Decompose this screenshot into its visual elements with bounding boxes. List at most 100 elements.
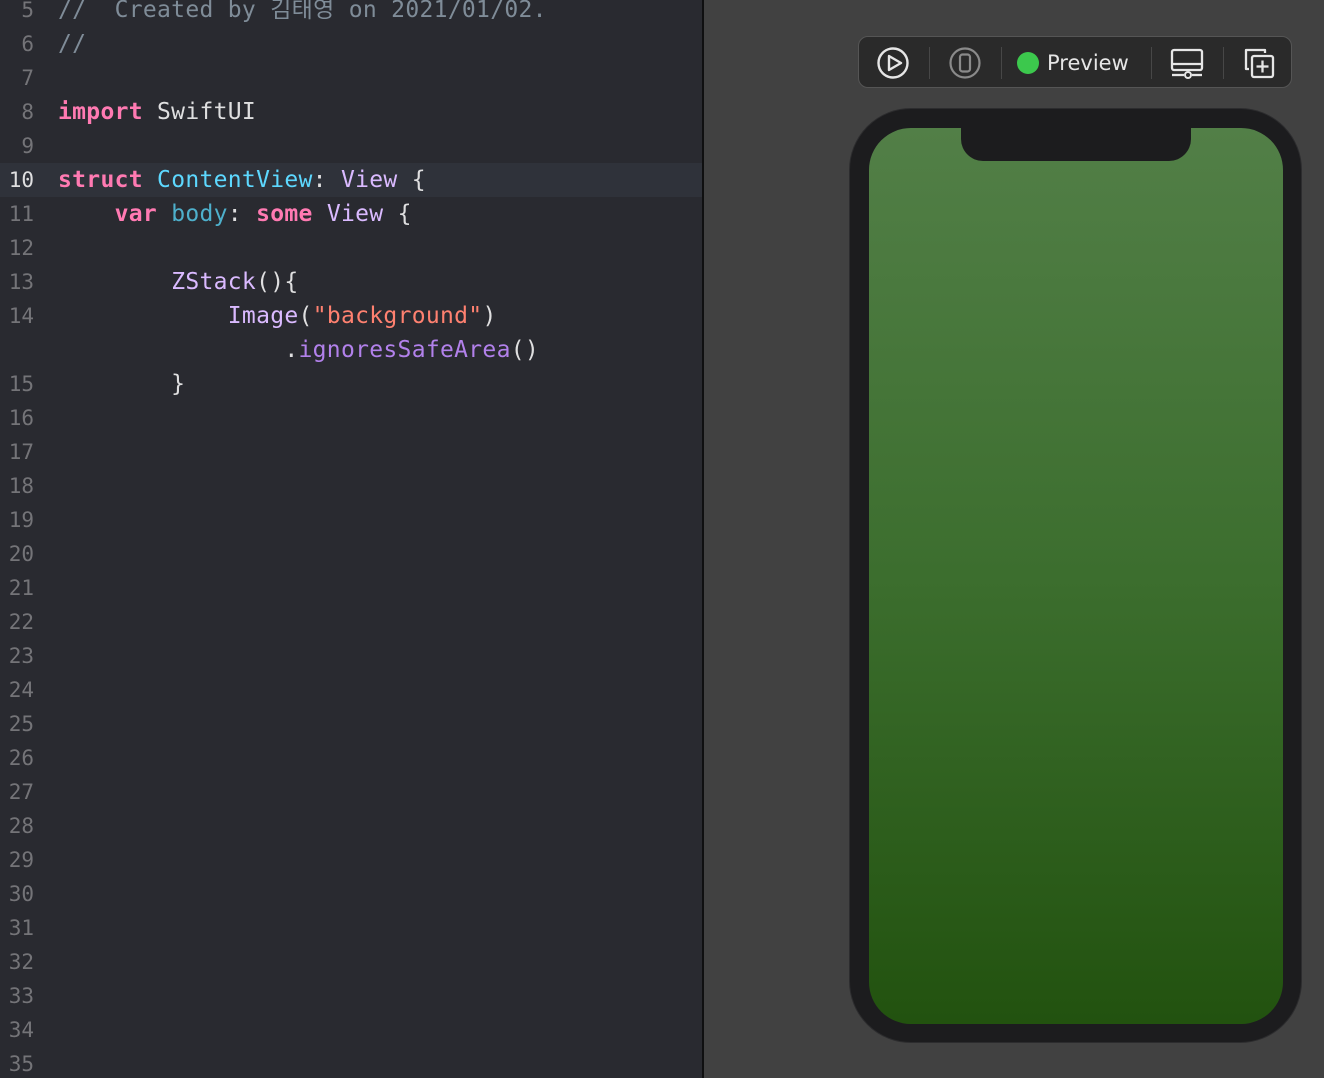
code-line[interactable]: 19 xyxy=(0,503,702,537)
line-number: 28 xyxy=(8,814,34,838)
line-number: 12 xyxy=(8,236,34,260)
line-number: 9 xyxy=(21,134,34,158)
line-number: 22 xyxy=(8,610,34,634)
status-indicator-icon xyxy=(1017,52,1039,74)
line-number: 26 xyxy=(8,746,34,770)
code-token: View xyxy=(340,167,398,193)
line-number: 7 xyxy=(21,66,34,90)
code-token: } xyxy=(58,371,186,397)
line-number: 16 xyxy=(8,406,34,430)
code-token: some xyxy=(256,201,313,227)
code-line[interactable]: 21 xyxy=(0,571,702,605)
code-line[interactable]: 25 xyxy=(0,707,702,741)
code-line[interactable]: 10 struct ContentView: View { xyxy=(0,163,702,197)
code-token: var xyxy=(114,201,158,227)
code-line[interactable]: 5 // Created by 김태영 on 2021/01/02. xyxy=(0,0,702,27)
code-token: Image xyxy=(227,303,299,329)
duplicate-preview-button[interactable] xyxy=(1241,45,1277,81)
code-token: // Created by 김태영 on 2021/01/02. xyxy=(58,0,547,23)
code-line[interactable]: 7 xyxy=(0,61,702,95)
code-token: { xyxy=(397,167,426,193)
code-line[interactable]: 15 } xyxy=(0,367,702,401)
code-token: { xyxy=(383,201,412,227)
line-number: 29 xyxy=(8,848,34,872)
code-line[interactable]: 29 xyxy=(0,843,702,877)
code-token: import xyxy=(58,99,143,125)
code-text: ZStack(){ xyxy=(58,265,299,299)
code-token: ) xyxy=(482,303,497,329)
line-number: 35 xyxy=(8,1052,34,1076)
code-token: () xyxy=(510,337,540,363)
code-text: import SwiftUI xyxy=(58,95,256,129)
code-line[interactable]: 9 xyxy=(0,129,702,163)
preview-on-device-button[interactable] xyxy=(947,45,983,81)
code-line[interactable]: 16 xyxy=(0,401,702,435)
code-text: } xyxy=(58,367,185,401)
code-token: // xyxy=(58,31,87,57)
code-text: Image("background") xyxy=(58,299,497,333)
line-number: 11 xyxy=(8,202,34,226)
code-line[interactable]: .ignoresSafeArea() xyxy=(0,333,702,367)
line-number: 18 xyxy=(8,474,34,498)
inspect-preview-button[interactable] xyxy=(1169,45,1205,81)
code-line[interactable]: 22 xyxy=(0,605,702,639)
code-line[interactable]: 35 xyxy=(0,1047,702,1078)
code-text: .ignoresSafeArea() xyxy=(58,333,539,367)
line-number: 14 xyxy=(8,304,34,328)
preview-screen[interactable] xyxy=(869,128,1283,1024)
code-text: struct ContentView: View { xyxy=(58,163,426,197)
line-number: 19 xyxy=(8,508,34,532)
line-number: 27 xyxy=(8,780,34,804)
line-number: 17 xyxy=(8,440,34,464)
device-notch xyxy=(961,126,1191,161)
preview-on-device-icon xyxy=(949,47,981,79)
code-line[interactable]: 13 ZStack(){ xyxy=(0,265,702,299)
code-line[interactable]: 18 xyxy=(0,469,702,503)
line-number: 5 xyxy=(21,0,34,22)
code-line[interactable]: 23 xyxy=(0,639,702,673)
code-text: // Created by 김태영 on 2021/01/02. xyxy=(58,0,547,27)
toolbar-separator xyxy=(1151,47,1152,79)
code-token: struct xyxy=(58,167,143,193)
code-line[interactable]: 8 import SwiftUI xyxy=(0,95,702,129)
code-token: SwiftUI xyxy=(142,99,257,125)
line-number: 23 xyxy=(8,644,34,668)
line-number: 21 xyxy=(8,576,34,600)
code-token: ( xyxy=(298,303,313,329)
code-line[interactable]: 31 xyxy=(0,911,702,945)
code-line[interactable]: 32 xyxy=(0,945,702,979)
code-line[interactable]: 28 xyxy=(0,809,702,843)
code-token: "background" xyxy=(312,303,483,329)
code-token: ZStack xyxy=(171,269,257,295)
code-token: . xyxy=(58,337,299,363)
line-number: 6 xyxy=(21,32,34,56)
toolbar-separator xyxy=(929,47,930,79)
code-line[interactable]: 24 xyxy=(0,673,702,707)
live-preview-button[interactable] xyxy=(875,45,911,81)
live-preview-icon xyxy=(877,47,909,79)
inspect-preview-icon xyxy=(1170,48,1204,79)
code-line[interactable]: 11 var body: some View { xyxy=(0,197,702,231)
code-editor[interactable]: 5 // Created by 김태영 on 2021/01/02. 6 // 7 8 im… xyxy=(0,0,702,1078)
line-number: 24 xyxy=(8,678,34,702)
code-line[interactable]: 17 xyxy=(0,435,702,469)
code-token: ignoresSafeArea xyxy=(298,337,511,363)
toolbar-separator xyxy=(1223,47,1224,79)
code-line[interactable]: 30 xyxy=(0,877,702,911)
code-line[interactable]: 27 xyxy=(0,775,702,809)
code-line[interactable]: 34 xyxy=(0,1013,702,1047)
code-line[interactable]: 12 xyxy=(0,231,702,265)
code-line[interactable]: 20 xyxy=(0,537,702,571)
code-token: : xyxy=(312,167,341,193)
line-number: 13 xyxy=(8,270,34,294)
code-line[interactable]: 6 // xyxy=(0,27,702,61)
line-number: 33 xyxy=(8,984,34,1008)
code-line[interactable]: 14 Image("background") xyxy=(0,299,702,333)
code-line[interactable]: 26 xyxy=(0,741,702,775)
code-token: ContentView xyxy=(157,167,313,193)
code-line[interactable]: 33 xyxy=(0,979,702,1013)
